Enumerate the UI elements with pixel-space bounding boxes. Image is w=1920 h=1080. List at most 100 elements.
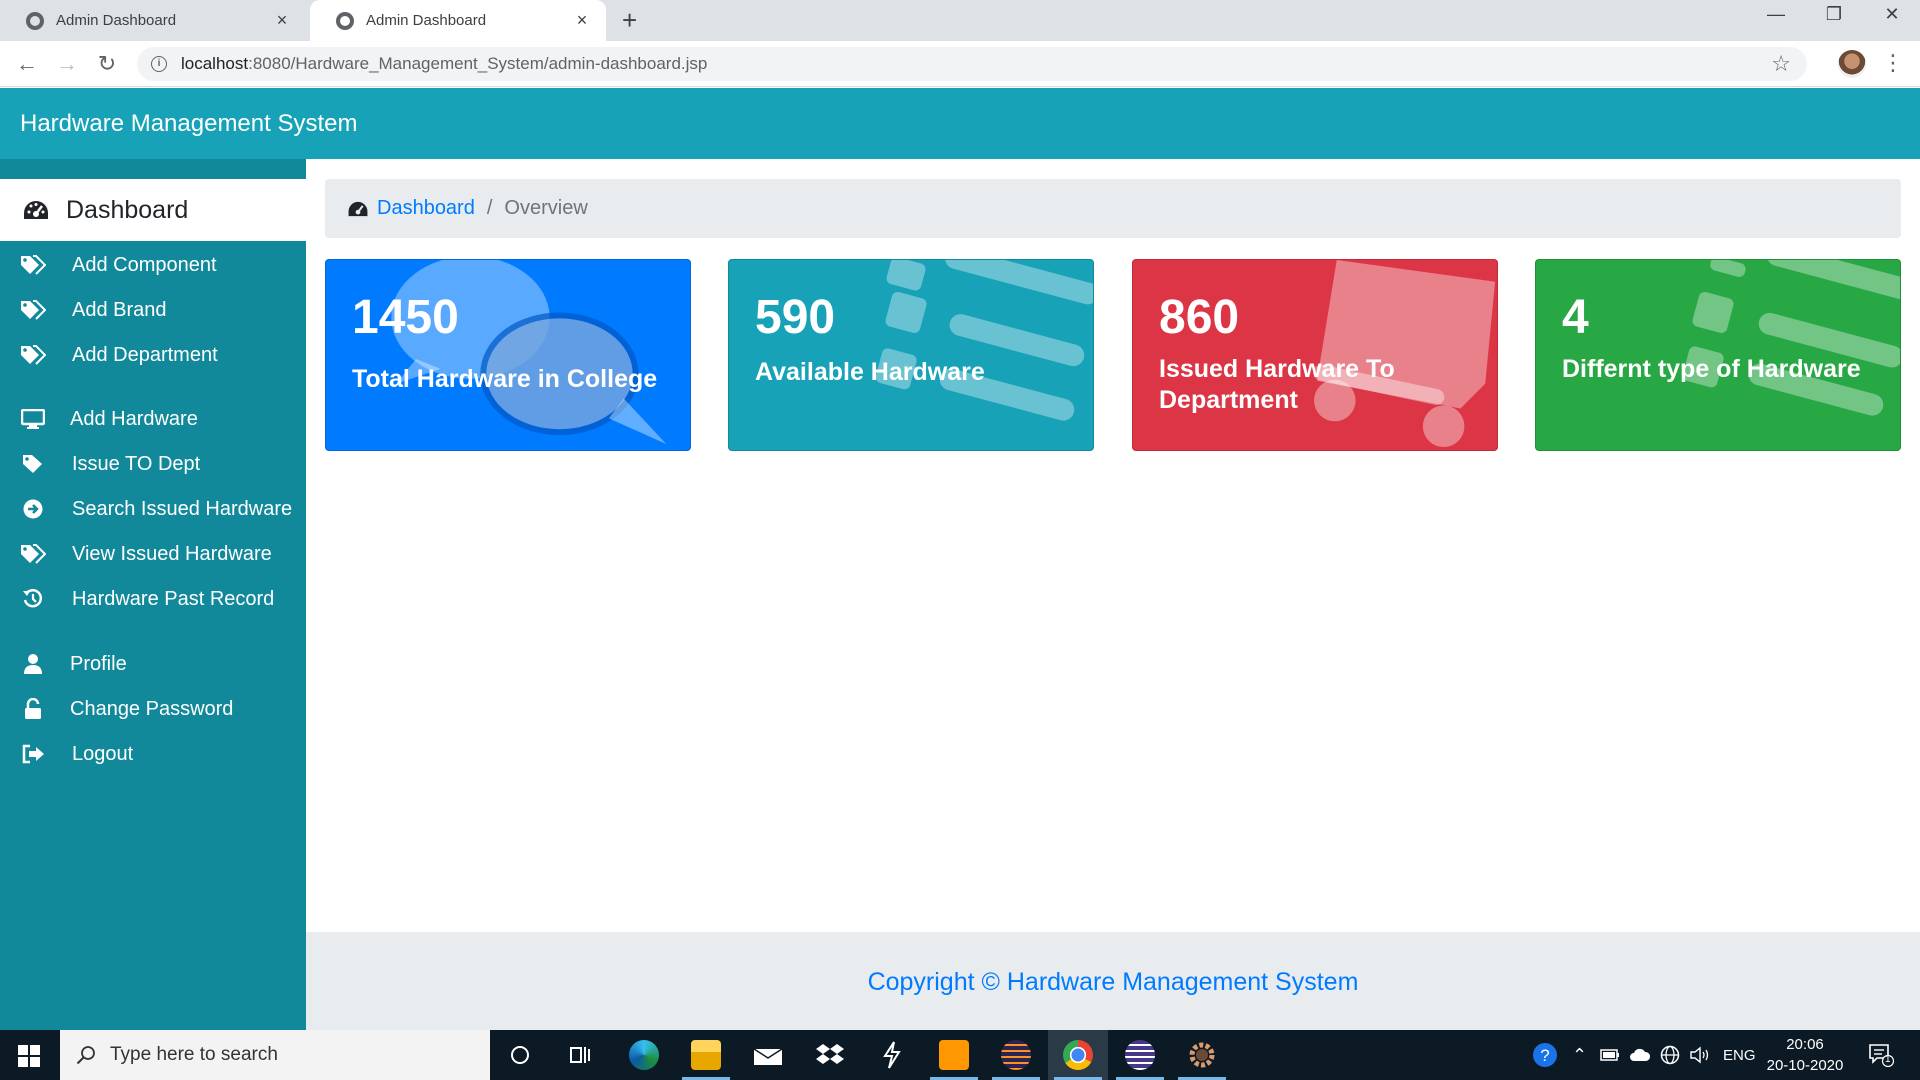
url-text[interactable]: localhost:8080/Hardware_Management_Syste…: [181, 54, 707, 74]
browser-toolbar: ← → ↻ i localhost:8080/Hardware_Manageme…: [0, 41, 1920, 87]
taskbar-search-box[interactable]: Type here to search: [60, 1030, 490, 1080]
input-language[interactable]: ENG: [1723, 1030, 1756, 1080]
new-tab-button[interactable]: +: [622, 5, 637, 36]
forward-arrow-icon[interactable]: →: [52, 49, 82, 79]
volume-icon[interactable]: [1690, 1030, 1712, 1080]
copyright-text: Copyright © Hardware Management System: [867, 968, 1359, 996]
browser-menu-icon[interactable]: ⋮: [1882, 50, 1904, 76]
sidebar-item-profile[interactable]: Profile: [0, 644, 306, 684]
chrome-icon[interactable]: [1048, 1030, 1108, 1080]
tags-icon: [18, 300, 48, 320]
sidebar: Dashboard Add Component Add Brand Add De…: [0, 159, 306, 1030]
windows-start-icon[interactable]: [18, 1045, 40, 1067]
stat-label: Issued Hardware To Department: [1159, 355, 1395, 414]
notification-count: 1: [1885, 1054, 1891, 1065]
comments-icon: [391, 260, 667, 445]
stat-value: 590: [755, 291, 836, 344]
sidebar-item-label: Hardware Past Record: [72, 587, 275, 610]
tag-icon: [18, 454, 48, 474]
breadcrumb-current: Overview: [504, 197, 588, 219]
tab-title: Admin Dashboard: [366, 12, 487, 29]
sidebar-item-hardware-past-record[interactable]: Hardware Past Record: [0, 579, 306, 619]
tags-icon: [18, 345, 48, 365]
notification-center-icon[interactable]: 1: [1868, 1030, 1894, 1080]
minimize-button[interactable]: —: [1756, 4, 1796, 25]
sidebar-item-search-issued-hardware[interactable]: Search Issued Hardware: [0, 489, 306, 529]
sidebar-item-add-component[interactable]: Add Component: [0, 245, 306, 285]
onedrive-cloud-icon[interactable]: [1629, 1030, 1651, 1080]
profile-avatar[interactable]: [1838, 50, 1866, 78]
globe-icon: [26, 11, 44, 30]
sidebar-item-label: Change Password: [70, 697, 234, 720]
address-bar[interactable]: i localhost:8080/Hardware_Management_Sys…: [137, 47, 1807, 81]
sign-out-icon: [18, 744, 48, 764]
stat-card-available-hardware[interactable]: 590 Available Hardware: [728, 259, 1094, 451]
tachometer-icon: [24, 201, 48, 219]
arduino-bolt-icon[interactable]: [862, 1030, 922, 1080]
clock-time: 20:06: [1786, 1036, 1824, 1053]
edge-browser-icon[interactable]: [614, 1030, 674, 1080]
stat-card-total-hardware[interactable]: 1450 Total Hardware in College: [325, 259, 691, 451]
svg-text:?: ?: [1540, 1046, 1549, 1065]
sidebar-item-label: View Issued Hardware: [72, 542, 272, 565]
chevron-up-icon[interactable]: ⌃: [1572, 1030, 1587, 1080]
site-info-icon[interactable]: i: [151, 56, 167, 72]
eclipse-ee-icon[interactable]: [1110, 1030, 1170, 1080]
sidebar-item-label: Add Component: [72, 253, 217, 276]
globe-icon: [336, 11, 354, 30]
breadcrumb-dashboard-link[interactable]: Dashboard: [377, 197, 475, 220]
sidebar-item-change-password[interactable]: Change Password: [0, 689, 306, 729]
sidebar-item-add-hardware[interactable]: Add Hardware: [0, 399, 306, 439]
search-placeholder: Type here to search: [110, 1044, 278, 1065]
stat-value: 1450: [352, 291, 459, 344]
settings-gear-icon[interactable]: [1172, 1030, 1232, 1080]
tab-close-icon[interactable]: ×: [272, 10, 292, 31]
list-icon: [875, 260, 1093, 421]
battery-icon[interactable]: [1600, 1030, 1620, 1080]
stat-card-hardware-types[interactable]: 4 Differnt type of Hardware: [1535, 259, 1901, 451]
restore-button[interactable]: ❐: [1814, 4, 1854, 25]
bookmark-star-icon[interactable]: ☆: [1771, 51, 1791, 77]
reload-icon[interactable]: ↻: [92, 49, 122, 79]
user-icon: [18, 654, 48, 674]
sidebar-item-add-brand[interactable]: Add Brand: [0, 290, 306, 330]
taskbar-clock[interactable]: 20:06 20-10-2020: [1760, 1034, 1850, 1076]
footer: Copyright © Hardware Management System: [306, 932, 1920, 1030]
help-icon[interactable]: ?: [1532, 1030, 1558, 1080]
stat-value: 860: [1159, 291, 1240, 344]
sidebar-item-label: Logout: [72, 742, 134, 765]
network-globe-icon[interactable]: [1660, 1030, 1680, 1080]
sidebar-item-label: Search Issued Hardware: [72, 497, 293, 520]
sidebar-item-label: Add Department: [72, 343, 218, 366]
tags-icon: [18, 544, 48, 564]
stat-card-issued-hardware[interactable]: 860 Issued Hardware To Department: [1132, 259, 1498, 451]
tab-close-icon[interactable]: ×: [572, 10, 592, 31]
sublime-text-icon[interactable]: [924, 1030, 984, 1080]
file-explorer-icon[interactable]: [676, 1030, 736, 1080]
top-navbar: Hardware Management System: [0, 88, 1920, 159]
task-view-icon[interactable]: [550, 1030, 610, 1080]
sidebar-item-logout[interactable]: Logout: [0, 734, 306, 774]
back-arrow-icon[interactable]: ←: [12, 49, 42, 79]
clock-date: 20-10-2020: [1766, 1057, 1844, 1074]
sidebar-item-add-department[interactable]: Add Department: [0, 335, 306, 375]
stat-value: 4: [1562, 291, 1589, 344]
cortana-icon[interactable]: [490, 1030, 550, 1080]
arrow-circle-right-icon: [18, 499, 48, 519]
browser-tab[interactable]: Admin Dashboard ×: [0, 0, 306, 41]
brand-title[interactable]: Hardware Management System: [20, 110, 357, 138]
windows-taskbar: Type here to search ? ⌃ ENG 20:06 20-10-…: [0, 1030, 1920, 1080]
desktop-icon: [18, 409, 48, 429]
mail-icon[interactable]: [738, 1030, 798, 1080]
dropbox-icon[interactable]: [800, 1030, 860, 1080]
eclipse-icon[interactable]: [986, 1030, 1046, 1080]
stat-label: Available Hardware: [755, 358, 985, 386]
sidebar-item-dashboard[interactable]: Dashboard: [0, 179, 306, 241]
sidebar-heading: Dashboard: [66, 195, 189, 224]
breadcrumb-separator: /: [486, 197, 493, 219]
sidebar-item-issue-to-dept[interactable]: Issue TO Dept: [0, 444, 306, 484]
browser-tab-active[interactable]: Admin Dashboard ×: [310, 0, 606, 41]
window-close-button[interactable]: ✕: [1872, 4, 1912, 25]
breadcrumb: Dashboard / Overview: [325, 179, 1901, 238]
sidebar-item-view-issued-hardware[interactable]: View Issued Hardware: [0, 534, 306, 574]
